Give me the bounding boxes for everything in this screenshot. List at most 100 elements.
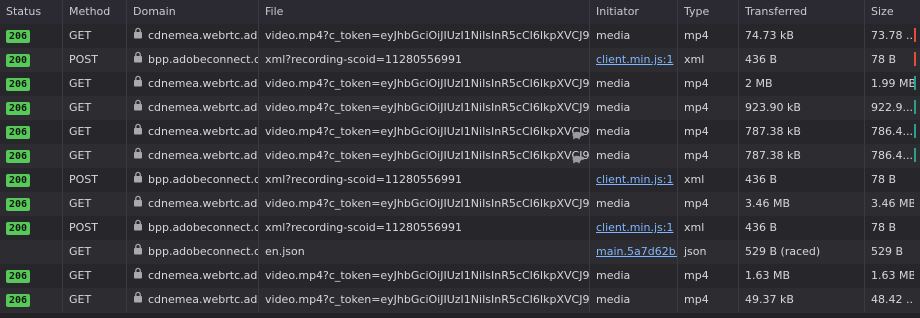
status-badge: 206: [6, 149, 31, 163]
initiator-link[interactable]: client.min.js:1: [596, 221, 673, 234]
method-cell: POST: [62, 168, 126, 192]
table-row[interactable]: 206 GET cdnemea.webrtc.ad... video.mp4?c_to…: [0, 288, 920, 313]
turtle-icon: [571, 149, 585, 168]
initiator-cell: media: [589, 120, 677, 144]
domain-text: cdnemea.webrtc.ad...: [148, 149, 258, 162]
column-header-domain[interactable]: Domain: [126, 0, 258, 24]
file-cell: video.mp4?c_token=eyJhbGciOiJIUzI1NiIsIn…: [258, 96, 589, 120]
file-text: video.mp4?c_token=eyJhbGciOiJIUzI1NiIsIn…: [265, 125, 589, 138]
status-cell: 206: [0, 264, 62, 288]
table-row[interactable]: 206 GET cdnemea.webrtc.ad... video.mp4?c_to…: [0, 96, 920, 121]
table-row[interactable]: 200 POST bpp.adobeconnect.c... xml?recordin…: [0, 216, 920, 241]
table-row[interactable]: 206 GET cdnemea.webrtc.ad... video.mp4?c_to…: [0, 264, 920, 289]
initiator-cell: media: [589, 288, 677, 312]
timeline-marker: [914, 100, 916, 114]
initiator-cell: media: [589, 24, 677, 48]
table-row[interactable]: 206 GET cdnemea.webrtc.ad... video.mp4?c_to…: [0, 72, 920, 97]
initiator-text: media: [596, 29, 631, 42]
turtle-icon: [571, 125, 585, 144]
transferred-cell: 529 B (raced): [738, 240, 864, 264]
status-badge: 206: [6, 125, 31, 139]
domain-cell: cdnemea.webrtc.ad...: [126, 264, 258, 288]
table-header: Status Method Domain File Initiator Type…: [0, 0, 920, 25]
timeline-marker: [914, 28, 916, 42]
network-request-table: Status Method Domain File Initiator Type…: [0, 0, 920, 318]
file-text: video.mp4?c_token=eyJhbGciOiJIUzI1NiIsIn…: [265, 149, 589, 162]
domain-cell: bpp.adobeconnect.c...: [126, 240, 258, 264]
method-cell: GET: [62, 120, 126, 144]
initiator-text: media: [596, 269, 631, 282]
domain-text: cdnemea.webrtc.ad...: [148, 29, 258, 42]
file-text: xml?recording-scoid=11280556991: [265, 221, 462, 234]
initiator-cell: media: [589, 72, 677, 96]
initiator-link[interactable]: client.min.js:1: [596, 53, 673, 66]
type-cell: xml: [677, 48, 738, 72]
initiator-cell: media: [589, 264, 677, 288]
initiator-link[interactable]: main.5a7d62b...: [596, 245, 677, 258]
method-cell: GET: [62, 288, 126, 312]
initiator-text: media: [596, 101, 631, 114]
domain-cell: bpp.adobeconnect.c...: [126, 216, 258, 240]
column-header-file[interactable]: File: [258, 0, 589, 24]
column-header-type[interactable]: Type: [677, 0, 738, 24]
table-row[interactable]: 200 POST bpp.adobeconnect.c... xml?recordin…: [0, 168, 920, 193]
lock-icon: [133, 24, 143, 48]
lock-icon: [133, 120, 143, 144]
table-row[interactable]: 206 GET cdnemea.webrtc.ad... video.mp4?c_to…: [0, 192, 920, 217]
lock-icon: [133, 168, 143, 192]
status-badge: 206: [6, 29, 31, 43]
size-cell: 3.46 MB: [864, 192, 914, 216]
initiator-link[interactable]: client.min.js:1: [596, 173, 673, 186]
type-cell: mp4: [677, 144, 738, 168]
domain-text: bpp.adobeconnect.c...: [148, 53, 258, 66]
domain-cell: cdnemea.webrtc.ad...: [126, 72, 258, 96]
lock-icon: [133, 264, 143, 288]
type-cell: mp4: [677, 120, 738, 144]
transferred-cell: 436 B: [738, 48, 864, 72]
lock-icon: [133, 240, 143, 264]
table-row[interactable]: GET bpp.adobeconnect.c... en.json main.5a7d…: [0, 240, 920, 265]
method-cell: GET: [62, 72, 126, 96]
size-cell: 922.9...: [864, 96, 914, 120]
type-cell: mp4: [677, 192, 738, 216]
size-cell: 78 B: [864, 216, 914, 240]
status-cell: [0, 240, 62, 264]
file-text: video.mp4?c_token=eyJhbGciOiJIUzI1NiIsIn…: [265, 293, 589, 306]
file-text: video.mp4?c_token=eyJhbGciOiJIUzI1NiIsIn…: [265, 29, 589, 42]
column-header-status[interactable]: Status: [0, 0, 62, 24]
table-row[interactable]: 206 GET cdnemea.webrtc.ad... video.mp4?c_to…: [0, 120, 920, 145]
initiator-cell: media: [589, 144, 677, 168]
transferred-cell: 436 B: [738, 168, 864, 192]
domain-cell: cdnemea.webrtc.ad...: [126, 96, 258, 120]
file-text: video.mp4?c_token=eyJhbGciOiJIUzI1NiIsIn…: [265, 269, 589, 282]
file-text: en.json: [265, 245, 305, 258]
timeline-marker: [914, 76, 916, 90]
file-cell: video.mp4?c_token=eyJhbGciOiJIUzI1NiIsIn…: [258, 288, 589, 312]
initiator-text: media: [596, 197, 631, 210]
method-cell: GET: [62, 96, 126, 120]
method-cell: POST: [62, 48, 126, 72]
table-row[interactable]: 206 GET cdnemea.webrtc.ad... video.mp4?c_to…: [0, 24, 920, 49]
file-cell: video.mp4?c_token=eyJhbGciOiJIUzI1NiIsIn…: [258, 120, 589, 144]
table-row[interactable]: 200 POST bpp.adobeconnect.c... xml?recordin…: [0, 48, 920, 73]
column-header-initiator[interactable]: Initiator: [589, 0, 677, 24]
status-cell: 200: [0, 168, 62, 192]
size-cell: 1.63 MB: [864, 264, 914, 288]
domain-text: bpp.adobeconnect.c...: [148, 221, 258, 234]
initiator-cell: media: [589, 96, 677, 120]
column-header-transferred[interactable]: Transferred: [738, 0, 864, 24]
method-cell: GET: [62, 24, 126, 48]
domain-text: bpp.adobeconnect.c...: [148, 245, 258, 258]
transferred-cell: 787.38 kB: [738, 120, 864, 144]
domain-text: cdnemea.webrtc.ad...: [148, 293, 258, 306]
domain-cell: cdnemea.webrtc.ad...: [126, 144, 258, 168]
status-badge: 200: [6, 173, 31, 187]
size-cell: 78 B: [864, 48, 914, 72]
status-badge: 206: [6, 269, 31, 283]
status-cell: 206: [0, 24, 62, 48]
lock-icon: [133, 192, 143, 216]
column-header-size[interactable]: Size: [864, 0, 914, 24]
column-header-method[interactable]: Method: [62, 0, 126, 24]
table-row[interactable]: 206 GET cdnemea.webrtc.ad... video.mp4?c_to…: [0, 144, 920, 169]
method-cell: GET: [62, 144, 126, 168]
